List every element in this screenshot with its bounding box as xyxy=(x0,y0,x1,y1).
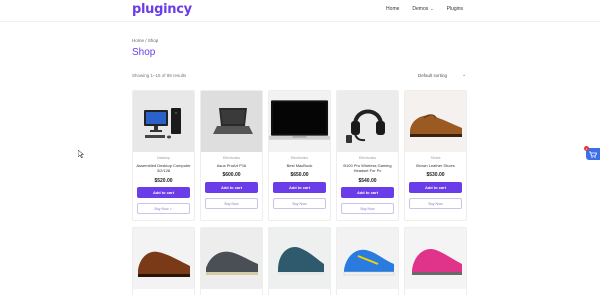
sneaker-icon xyxy=(411,248,462,275)
product-name[interactable]: Best MacBook xyxy=(272,163,327,168)
product-image[interactable] xyxy=(269,91,330,152)
product-name[interactable]: Assembled Desktop Computer 3/2/128 xyxy=(136,163,191,173)
product-price: $520.00 xyxy=(154,178,173,184)
product-card[interactable] xyxy=(404,227,467,295)
product-card[interactable]: Electronics Asus ProArt P16 $600.00 Add … xyxy=(200,90,263,221)
product-image[interactable] xyxy=(133,228,194,289)
sort-label: Default sorting xyxy=(418,72,448,78)
product-image[interactable] xyxy=(201,91,262,152)
product-image[interactable] xyxy=(405,91,466,152)
shoe-icon xyxy=(137,251,190,277)
chevron-down-icon: ⌄ xyxy=(462,72,466,77)
product-image[interactable] xyxy=(405,228,466,289)
macbook-icon xyxy=(269,99,330,140)
product-price: $600.00 xyxy=(222,172,241,178)
product-name[interactable]: B100 Pro Wireless Gaming Headset For Pc xyxy=(340,163,395,173)
product-card[interactable] xyxy=(336,227,399,295)
cart-count-badge: 1 xyxy=(584,146,589,151)
add-to-cart-button[interactable]: Add to cart xyxy=(341,187,394,198)
sneaker-icon xyxy=(277,246,324,275)
product-card[interactable]: Electronics Best MacBook $650.00 Add to … xyxy=(268,90,331,221)
product-image[interactable] xyxy=(201,228,262,289)
product-name[interactable]: Brown Leather Shoes xyxy=(408,163,463,168)
buy-now-button[interactable]: Buy Now xyxy=(341,203,394,214)
result-count: Showing 1–15 of 89 results xyxy=(132,73,187,78)
product-image[interactable] xyxy=(337,228,398,289)
product-card[interactable]: Electronics B100 Pro Wireless Gaming Hea… xyxy=(336,90,399,221)
product-category: Electronics xyxy=(290,156,309,160)
product-price: $530.00 xyxy=(426,172,445,178)
headset-icon xyxy=(345,109,385,143)
breadcrumb[interactable]: Home / Shop xyxy=(132,38,158,43)
product-card[interactable]: Desktop Assembled Desktop Computer 3/2/1… xyxy=(132,90,195,221)
nav-plugins[interactable]: Plugins xyxy=(447,6,463,12)
buy-now-button[interactable]: Buy Now ✓ xyxy=(137,203,190,214)
header: plugincy Home Demos ⌄ Plugins xyxy=(0,0,600,22)
desktop-computer-icon xyxy=(143,107,181,138)
nav-demos[interactable]: Demos ⌄ xyxy=(412,6,433,12)
product-category: Shoes xyxy=(430,156,441,160)
product-image[interactable] xyxy=(337,91,398,152)
add-to-cart-button[interactable]: Add to cart xyxy=(137,187,190,198)
chevron-down-icon: ⌄ xyxy=(430,6,434,11)
product-price: $540.00 xyxy=(358,178,377,184)
buy-now-button[interactable]: Buy Now xyxy=(205,198,258,209)
product-category: Electronics xyxy=(222,156,241,160)
sneaker-icon xyxy=(343,249,394,275)
product-image[interactable] xyxy=(269,228,330,289)
buy-now-button[interactable]: Buy Now xyxy=(273,198,326,209)
shoe-icon xyxy=(205,251,258,275)
buy-now-button[interactable]: Buy Now xyxy=(409,198,462,209)
shoe-icon xyxy=(409,113,462,137)
nav-home[interactable]: Home xyxy=(386,6,399,12)
sort-select[interactable]: Default sorting ⌄ xyxy=(418,71,466,79)
product-image[interactable] xyxy=(133,91,194,152)
product-card[interactable] xyxy=(268,227,331,295)
mouse-cursor-icon xyxy=(78,150,84,158)
add-to-cart-button[interactable]: Add to cart xyxy=(409,182,462,193)
product-price: $650.00 xyxy=(290,172,309,178)
product-card[interactable]: Shoes Brown Leather Shoes $530.00 Add to… xyxy=(404,90,467,221)
product-name[interactable]: Asus ProArt P16 xyxy=(204,163,259,168)
product-category: Electronics xyxy=(358,156,377,160)
page-title: Shop xyxy=(132,47,156,58)
product-category: Desktop xyxy=(157,156,170,160)
product-card[interactable] xyxy=(200,227,263,295)
cart-icon xyxy=(589,151,597,158)
laptop-icon xyxy=(212,107,253,134)
product-card[interactable] xyxy=(132,227,195,295)
add-to-cart-button[interactable]: Add to cart xyxy=(205,182,258,193)
site-logo[interactable]: plugincy xyxy=(132,2,192,17)
nav-demos-label: Demos xyxy=(412,6,429,12)
main-nav: Home Demos ⌄ Plugins xyxy=(386,6,463,12)
add-to-cart-button[interactable]: Add to cart xyxy=(273,182,326,193)
